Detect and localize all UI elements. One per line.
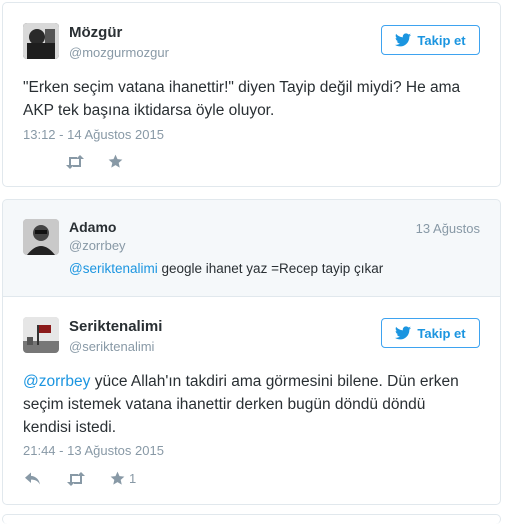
tweet-text-line: kendisi istedi. [23, 419, 117, 436]
tweet-text-line: @zorrbey yüce Allah'ın takdiri ama görme… [23, 370, 488, 393]
reply-text: @seriktenalimi geogle ihanet yaz =Recep … [69, 261, 383, 276]
tweet-timestamp[interactable]: 21:44 - 13 Ağustos 2015 [23, 443, 164, 458]
avatar[interactable] [23, 317, 59, 353]
tweet-actions [65, 154, 123, 169]
star-icon[interactable] [108, 154, 123, 169]
user-handle[interactable]: @seriktenalimi [69, 339, 154, 354]
user-name[interactable]: Adamo [69, 219, 116, 235]
tweet-text-line: seçim istemek vatana ihanettir derken bu… [23, 396, 426, 413]
follow-label: Takip et [417, 325, 466, 341]
tweet-card-seriktenalimi: Seriktenalimi @seriktenalimi Takip et @z… [2, 296, 501, 505]
tweet-actions: 1 [25, 471, 136, 486]
tweet-text-line: "Erken seçim vatana ihanettir!" diyen Ta… [23, 79, 461, 96]
mention-link[interactable]: @zorrbey [23, 373, 90, 390]
follow-button[interactable]: Takip et [381, 25, 480, 55]
user-name[interactable]: Mözgür [69, 24, 122, 41]
user-handle[interactable]: @zorrbey [69, 238, 126, 253]
reply-context-card: Adamo @zorrbey 13 Ağustos @seriktenalimi… [2, 199, 501, 296]
twitter-bird-icon [395, 33, 412, 47]
avatar-image [23, 317, 59, 353]
user-handle[interactable]: @mozgurmozgur [69, 45, 169, 60]
twitter-bird-icon [395, 326, 412, 340]
tweet-text-body: yüce Allah'ın takdiri ama görmesini bile… [90, 373, 459, 390]
like-count: 1 [129, 471, 137, 486]
reply-text-body: geogle ihanet yaz =Recep tayip çıkar [157, 261, 384, 276]
next-card-edge [2, 514, 501, 524]
tweet-text: @zorrbey yüce Allah'ın takdiri ama görme… [23, 370, 488, 439]
user-name[interactable]: Seriktenalimi [69, 318, 162, 335]
mention-link[interactable]: @seriktenalimi [69, 261, 158, 276]
reply-icon[interactable] [25, 472, 40, 485]
avatar-image [23, 219, 59, 255]
follow-label: Takip et [417, 32, 466, 48]
tweet-card-mozgur: Mözgür @mozgurmozgur Takip et "Erken seç… [2, 2, 501, 187]
tweet-text-line: AKP tek başına iktidarsa öyle oluyor. [23, 102, 275, 119]
avatar-image [23, 23, 59, 59]
star-icon[interactable] [110, 471, 125, 486]
reply-date[interactable]: 13 Ağustos [416, 221, 480, 236]
retweet-icon[interactable] [65, 154, 85, 169]
tweet-timestamp[interactable]: 13:12 - 14 Ağustos 2015 [23, 127, 164, 142]
avatar[interactable] [23, 23, 59, 59]
retweet-icon[interactable] [66, 471, 86, 486]
avatar[interactable] [23, 219, 59, 255]
tweet-text: "Erken seçim vatana ihanettir!" diyen Ta… [23, 76, 483, 122]
follow-button[interactable]: Takip et [381, 318, 480, 348]
